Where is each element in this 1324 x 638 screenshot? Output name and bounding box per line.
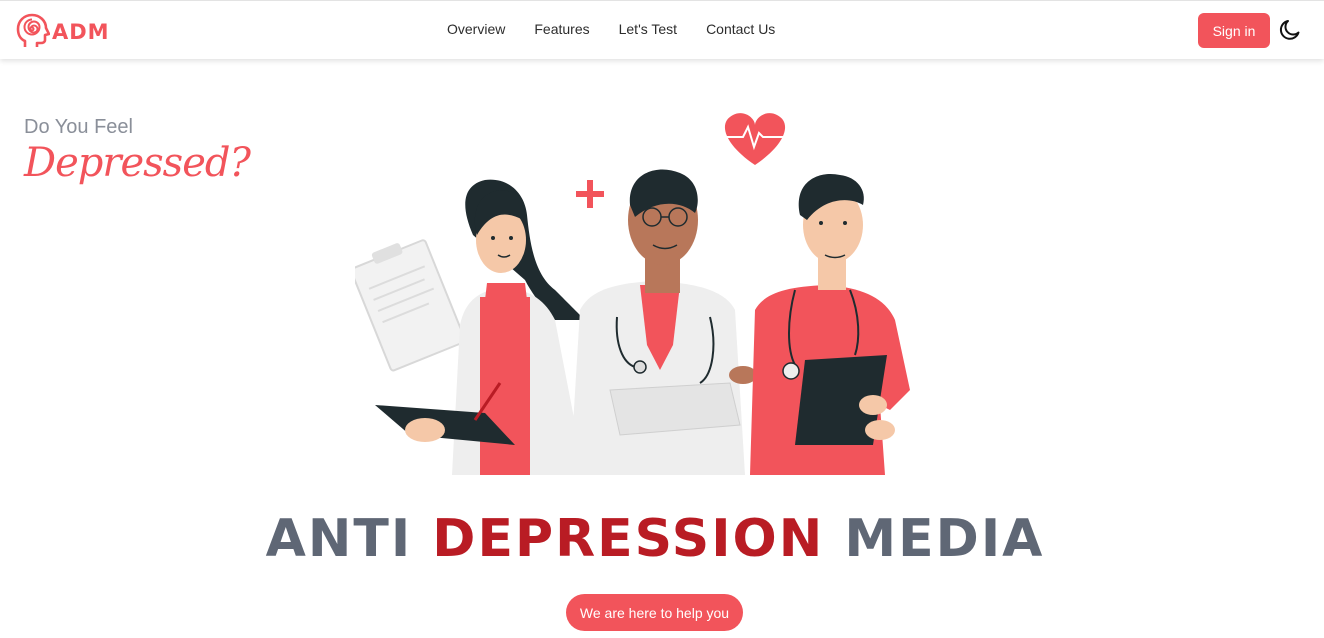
nav-links: Overview Features Let's Test Contact Us [447,20,804,38]
logo-text: ADM [52,20,110,44]
nav-contact-us[interactable]: Contact Us [706,20,775,38]
doctor-right [750,173,910,475]
head-spiral-icon [16,13,50,47]
nav-features[interactable]: Features [534,20,589,38]
title-part-depression: DEPRESSION [432,509,825,569]
doctor-center [570,169,757,475]
nav-lets-test[interactable]: Let's Test [619,20,677,38]
navbar: ADM Overview Features Let's Test Contact… [0,0,1324,59]
clipboard-light [355,239,466,372]
moon-icon[interactable] [1278,18,1302,42]
title-part-media: MEDIA [844,509,1045,569]
help-cta-button[interactable]: We are here to help you [566,594,743,631]
hero-question-line1: Do You Feel [24,116,133,138]
sign-in-button[interactable]: Sign in [1198,13,1270,48]
heart-icon [724,113,786,165]
plus-icon [576,180,604,208]
page-title: ANTI DEPRESSION MEDIA [0,508,1310,570]
logo[interactable]: ADM [16,12,110,50]
title-part-anti: ANTI [265,509,413,569]
nav-overview[interactable]: Overview [447,20,505,38]
hero-question-line2: Depressed? [24,140,251,186]
doctors-illustration [355,113,910,475]
